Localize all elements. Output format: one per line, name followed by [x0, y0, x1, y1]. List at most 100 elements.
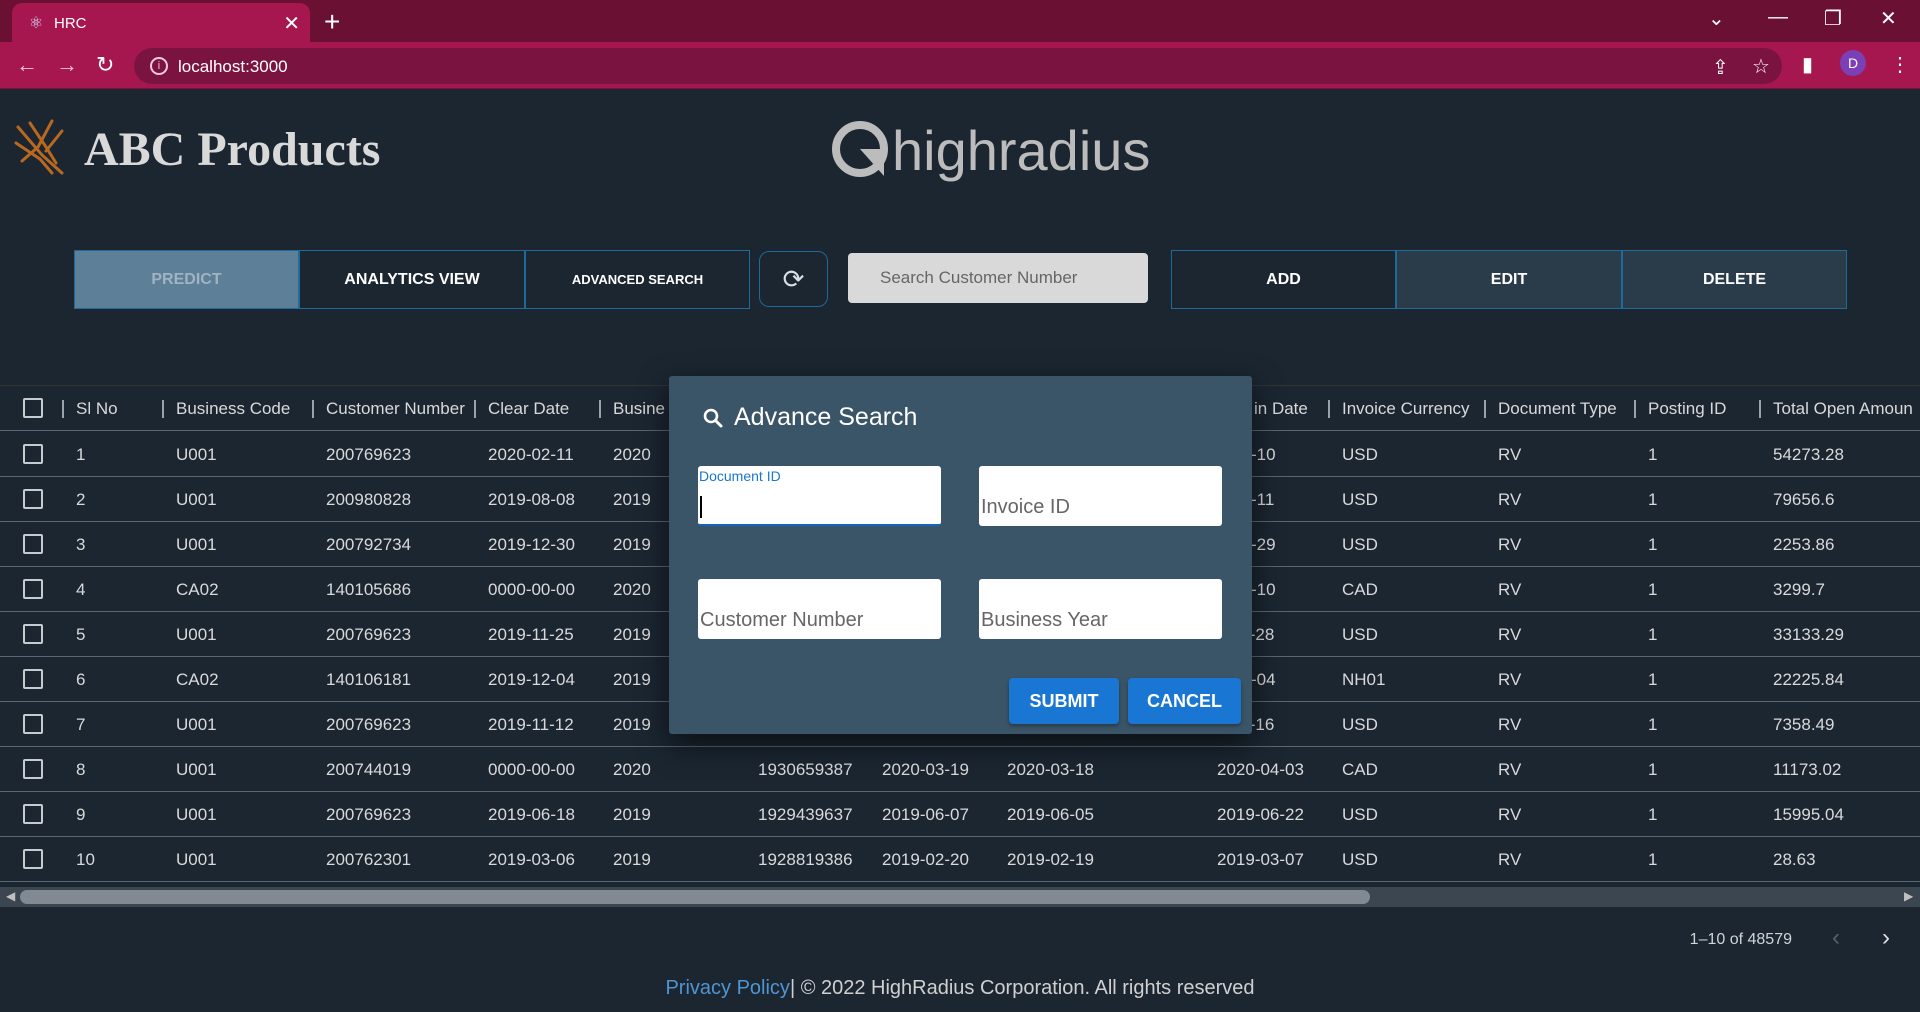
customer-number-field[interactable]: [698, 579, 941, 639]
column-separator[interactable]: [1328, 400, 1330, 418]
row-checkbox[interactable]: [23, 489, 43, 509]
row-checkbox[interactable]: [23, 804, 43, 824]
analytics-view-button[interactable]: ANALYTICS VIEW: [299, 250, 525, 309]
advanced-search-button[interactable]: ADVANCED SEARCH: [525, 250, 750, 309]
menu-kebab-icon[interactable]: ⋮: [1890, 52, 1910, 77]
invoice-id-field[interactable]: [979, 466, 1222, 526]
invoice-id-input[interactable]: [979, 488, 1222, 526]
cell-pid: 1: [1648, 580, 1658, 599]
cell-code: U001: [176, 490, 217, 509]
info-icon[interactable]: i: [150, 57, 168, 75]
column-separator[interactable]: [62, 400, 64, 418]
cell-year: 2020: [613, 760, 651, 779]
new-tab-icon[interactable]: +: [324, 6, 340, 38]
column-header-sl-no[interactable]: Sl No: [76, 399, 118, 419]
cell-clear: 2020-02-11: [488, 445, 574, 464]
column-header-customer-number[interactable]: Customer Number: [326, 399, 465, 419]
cell-type: RV: [1498, 535, 1522, 554]
column-separator[interactable]: [162, 400, 164, 418]
predict-button[interactable]: PREDICT: [74, 250, 299, 309]
cell-cur: USD: [1342, 625, 1378, 644]
cancel-button[interactable]: CANCEL: [1128, 678, 1241, 724]
profile-avatar[interactable]: D: [1840, 50, 1866, 76]
document-id-field[interactable]: Document ID: [698, 466, 941, 526]
column-separator[interactable]: [312, 400, 314, 418]
table-row[interactable]: 10 U001 200762301 2019-03-06 2019 1928819386 2…: [0, 837, 1920, 882]
select-all-checkbox[interactable]: [23, 398, 43, 418]
column-separator[interactable]: [474, 400, 476, 418]
cell-year: 2019: [613, 715, 651, 734]
column-header-total-open-amount[interactable]: Total Open Amoun: [1773, 399, 1913, 419]
column-header-due-in-date[interactable]: in Date: [1254, 399, 1308, 419]
tab-title: HRC: [54, 15, 87, 32]
cell-code: U001: [176, 625, 217, 644]
scrollbar-thumb[interactable]: [20, 890, 1370, 904]
row-checkbox[interactable]: [23, 669, 43, 689]
cell-cust: 200792734: [326, 535, 412, 554]
column-separator[interactable]: [1759, 400, 1761, 418]
dialog-title-text: Advance Search: [734, 403, 918, 431]
column-separator[interactable]: [1484, 400, 1486, 418]
footer: Privacy Policy| © 2022 HighRadius Corpor…: [0, 958, 1920, 1012]
restore-icon[interactable]: ❐: [1824, 6, 1842, 31]
document-id-input[interactable]: [698, 486, 941, 524]
cell-clear: 2019-11-25: [488, 625, 574, 644]
column-header-clear-date[interactable]: Clear Date: [488, 399, 569, 419]
copyright-text: | © 2022 HighRadius Corporation. All rig…: [789, 977, 1255, 999]
close-window-icon[interactable]: ✕: [1880, 6, 1897, 31]
row-checkbox[interactable]: [23, 579, 43, 599]
cell-year: 2019: [613, 535, 651, 554]
column-separator[interactable]: [1634, 400, 1636, 418]
side-panel-icon[interactable]: ▮: [1802, 52, 1813, 77]
bookmark-star-icon[interactable]: ☆: [1752, 54, 1770, 79]
minimize-icon[interactable]: —: [1768, 6, 1788, 29]
column-header-document-type[interactable]: Document Type: [1498, 399, 1617, 419]
row-checkbox[interactable]: [23, 624, 43, 644]
column-separator[interactable]: [599, 400, 601, 418]
scroll-right-icon[interactable]: ▶: [1904, 889, 1913, 903]
cell-cur: USD: [1342, 445, 1378, 464]
column-header-invoice-currency[interactable]: Invoice Currency: [1342, 399, 1470, 419]
customer-number-input[interactable]: [698, 601, 941, 639]
row-checkbox[interactable]: [23, 759, 43, 779]
cell-doc-id: 1929439637: [758, 805, 853, 824]
cell-type: RV: [1498, 670, 1522, 689]
table-row[interactable]: 8 U001 200744019 0000-00-00 2020 1930659387 20…: [0, 747, 1920, 792]
next-page-icon[interactable]: ›: [1882, 924, 1890, 952]
edit-button[interactable]: EDIT: [1396, 250, 1622, 309]
browser-tab[interactable]: ⚛ HRC ✕: [12, 3, 310, 42]
business-year-field[interactable]: [979, 579, 1222, 639]
add-button[interactable]: ADD: [1171, 250, 1396, 309]
cell-cust: 200769623: [326, 445, 412, 464]
back-icon[interactable]: ←: [16, 52, 38, 78]
pagination-info: 1–10 of 48579: [1689, 931, 1792, 948]
business-year-input[interactable]: [979, 601, 1222, 639]
cell-clear: 2019-11-12: [488, 715, 574, 734]
url-field[interactable]: i localhost:3000 ⇪ ☆: [134, 48, 1782, 84]
column-header-posting-id[interactable]: Posting ID: [1648, 399, 1726, 419]
column-header-business-code[interactable]: Business Code: [176, 399, 290, 419]
share-icon[interactable]: ⇪: [1712, 55, 1729, 80]
privacy-policy-link[interactable]: Privacy Policy: [665, 977, 789, 999]
previous-page-icon[interactable]: ‹: [1832, 924, 1840, 952]
submit-button[interactable]: SUBMIT: [1009, 678, 1119, 724]
cell-type: RV: [1498, 805, 1522, 824]
tab-search-icon[interactable]: ⌄: [1708, 6, 1725, 31]
scroll-left-icon[interactable]: ◀: [6, 889, 15, 903]
forward-icon[interactable]: →: [56, 52, 78, 78]
search-customer-input[interactable]: [848, 253, 1148, 303]
row-checkbox[interactable]: [23, 444, 43, 464]
close-tab-icon[interactable]: ✕: [283, 11, 300, 36]
row-checkbox[interactable]: [23, 534, 43, 554]
row-checkbox[interactable]: [23, 849, 43, 869]
row-checkbox[interactable]: [23, 714, 43, 734]
table-row[interactable]: 9 U001 200769623 2019-06-18 2019 1929439637 20…: [0, 792, 1920, 837]
delete-button[interactable]: DELETE: [1622, 250, 1847, 309]
reload-icon[interactable]: ↻: [96, 52, 114, 78]
column-header-business-year[interactable]: Busine: [613, 399, 665, 419]
cell-amt: 54273.28: [1773, 445, 1844, 464]
cell-cust: 200744019: [326, 760, 412, 779]
brand-title: ABC Products: [84, 123, 381, 176]
horizontal-scrollbar[interactable]: ◀ ▶: [0, 887, 1920, 907]
refresh-button[interactable]: ⟳: [759, 251, 828, 307]
